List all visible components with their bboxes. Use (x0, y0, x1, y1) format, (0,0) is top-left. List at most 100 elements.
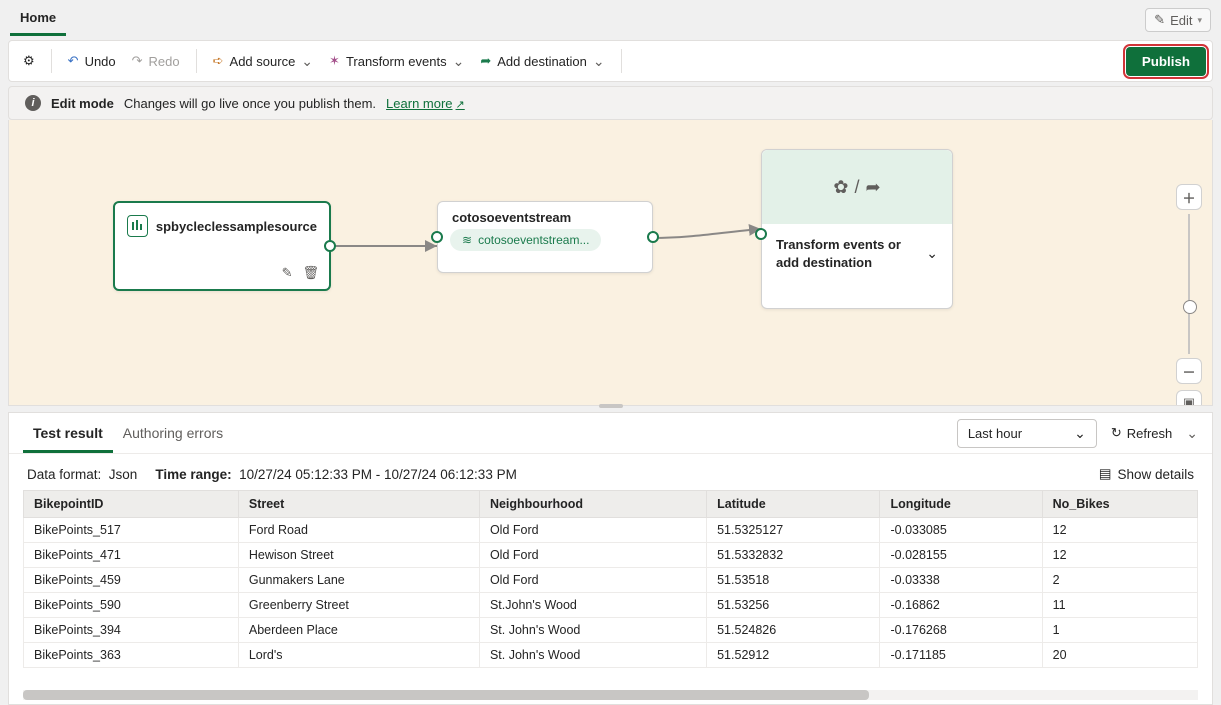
pencil-icon (1154, 12, 1165, 28)
gear-icon (23, 53, 35, 69)
zoom-out-button[interactable] (1176, 358, 1202, 384)
redo-button[interactable]: Redo (124, 49, 188, 73)
table-cell: BikePoints_459 (24, 568, 239, 593)
table-cell: 1 (1042, 618, 1197, 643)
edit-mode-label: Edit mode (51, 96, 114, 111)
table-cell: 51.5332832 (707, 543, 880, 568)
toolbar: Undo Redo ➪ Add source ✶ Transform event… (8, 40, 1213, 82)
chevron-down-icon (453, 53, 465, 70)
column-header[interactable]: Longitude (880, 491, 1042, 518)
column-header[interactable]: Latitude (707, 491, 880, 518)
table-cell: Hewison Street (238, 543, 479, 568)
table-cell: -0.033085 (880, 518, 1042, 543)
data-format-value: Json (109, 467, 138, 482)
table-cell: 51.53256 (707, 593, 880, 618)
table-cell: -0.176268 (880, 618, 1042, 643)
table-cell: Greenberry Street (238, 593, 479, 618)
add-destination-icon: ➦ (480, 53, 491, 69)
table-cell: 51.5325127 (707, 518, 880, 543)
column-header[interactable]: BikepointID (24, 491, 239, 518)
undo-icon (68, 53, 79, 69)
tab-authoring-errors[interactable]: Authoring errors (113, 413, 233, 453)
table-cell: -0.16862 (880, 593, 1042, 618)
stream-node-title: cotosoeventstream (438, 202, 652, 229)
chevron-down-icon (301, 53, 313, 70)
add-source-button[interactable]: ➪ Add source (205, 49, 321, 74)
refresh-button[interactable]: Refresh (1111, 425, 1172, 441)
publish-button[interactable]: Publish (1126, 47, 1206, 76)
source-icon (127, 215, 148, 237)
learn-more-label: Learn more (386, 96, 452, 111)
table-row[interactable]: BikePoints_394Aberdeen PlaceSt. John's W… (24, 618, 1198, 643)
show-details-button[interactable]: Show details (1099, 466, 1194, 482)
undo-button[interactable]: Undo (60, 49, 124, 73)
table-cell: -0.028155 (880, 543, 1042, 568)
table-cell: 11 (1042, 593, 1197, 618)
stream-node[interactable]: cotosoeventstream ≋ cotosoeventstream... (437, 201, 653, 273)
table-cell: 51.52912 (707, 643, 880, 668)
table-cell: Old Ford (479, 543, 706, 568)
port-out[interactable] (647, 231, 659, 243)
fit-icon (1183, 395, 1195, 406)
add-destination-button[interactable]: ➦ Add destination (472, 49, 612, 74)
destination-node[interactable]: / Transform events or add destination (761, 149, 953, 309)
canvas[interactable]: spbycleclessamplesource cotosoeventstrea… (8, 120, 1213, 406)
table-cell: -0.03338 (880, 568, 1042, 593)
zoom-controls (1176, 184, 1202, 406)
port-in[interactable] (755, 228, 767, 240)
chevron-down-icon (593, 53, 605, 70)
settings-button[interactable] (15, 49, 43, 73)
table-cell: Old Ford (479, 518, 706, 543)
destination-node-label: Transform events or add destination (776, 236, 926, 271)
time-range-key: Time range: (155, 467, 231, 482)
table-cell: 20 (1042, 643, 1197, 668)
refresh-label: Refresh (1127, 426, 1173, 441)
table-row[interactable]: BikePoints_459Gunmakers LaneOld Ford51.5… (24, 568, 1198, 593)
undo-label: Undo (85, 54, 116, 69)
transform-events-button[interactable]: ✶ Transform events (321, 49, 472, 74)
source-node-title: spbycleclessamplesource (156, 219, 317, 234)
table-cell: Old Ford (479, 568, 706, 593)
tab-test-result[interactable]: Test result (23, 413, 113, 453)
stream-pill[interactable]: ≋ cotosoeventstream... (450, 229, 601, 251)
fit-to-screen-button[interactable] (1176, 390, 1202, 406)
table-cell: 12 (1042, 518, 1197, 543)
table-cell: Gunmakers Lane (238, 568, 479, 593)
learn-more-link[interactable]: Learn more (386, 96, 465, 111)
edit-dropdown-label: Edit (1170, 13, 1192, 28)
edit-node-button[interactable] (282, 265, 293, 281)
column-header[interactable]: Street (238, 491, 479, 518)
time-range-select[interactable]: Last hour (957, 419, 1097, 448)
tab-home[interactable]: Home (10, 4, 66, 36)
table-cell: St. John's Wood (479, 643, 706, 668)
add-source-icon: ➪ (213, 53, 224, 69)
table-cell: Ford Road (238, 518, 479, 543)
table-row[interactable]: BikePoints_471Hewison StreetOld Ford51.5… (24, 543, 1198, 568)
table-row[interactable]: BikePoints_517Ford RoadOld Ford51.532512… (24, 518, 1198, 543)
expand-panel-button[interactable] (1186, 425, 1198, 442)
panel-resize-handle[interactable] (8, 406, 1213, 412)
zoom-in-button[interactable] (1176, 184, 1202, 210)
chevron-down-icon: ▾ (1197, 15, 1202, 26)
table-cell: BikePoints_394 (24, 618, 239, 643)
table-row[interactable]: BikePoints_590Greenberry StreetSt.John's… (24, 593, 1198, 618)
info-bar: i Edit mode Changes will go live once yo… (8, 86, 1213, 120)
table-cell: St. John's Wood (479, 618, 706, 643)
results-table: BikepointIDStreetNeighbourhoodLatitudeLo… (23, 490, 1198, 668)
source-node[interactable]: spbycleclessamplesource (113, 201, 331, 291)
table-cell: -0.171185 (880, 643, 1042, 668)
zoom-slider[interactable] (1188, 214, 1190, 354)
edit-dropdown[interactable]: Edit ▾ (1145, 8, 1211, 32)
port-out[interactable] (324, 240, 336, 252)
results-panel: Test result Authoring errors Last hour R… (8, 412, 1213, 705)
plus-icon (1182, 188, 1195, 207)
table-row[interactable]: BikePoints_363Lord'sSt. John's Wood51.52… (24, 643, 1198, 668)
column-header[interactable]: Neighbourhood (479, 491, 706, 518)
table-cell: 2 (1042, 568, 1197, 593)
column-header[interactable]: No_Bikes (1042, 491, 1197, 518)
chevron-down-icon[interactable] (926, 245, 938, 262)
table-cell: St.John's Wood (479, 593, 706, 618)
table-cell: Lord's (238, 643, 479, 668)
delete-node-button[interactable] (302, 265, 319, 281)
port-in[interactable] (431, 231, 443, 243)
